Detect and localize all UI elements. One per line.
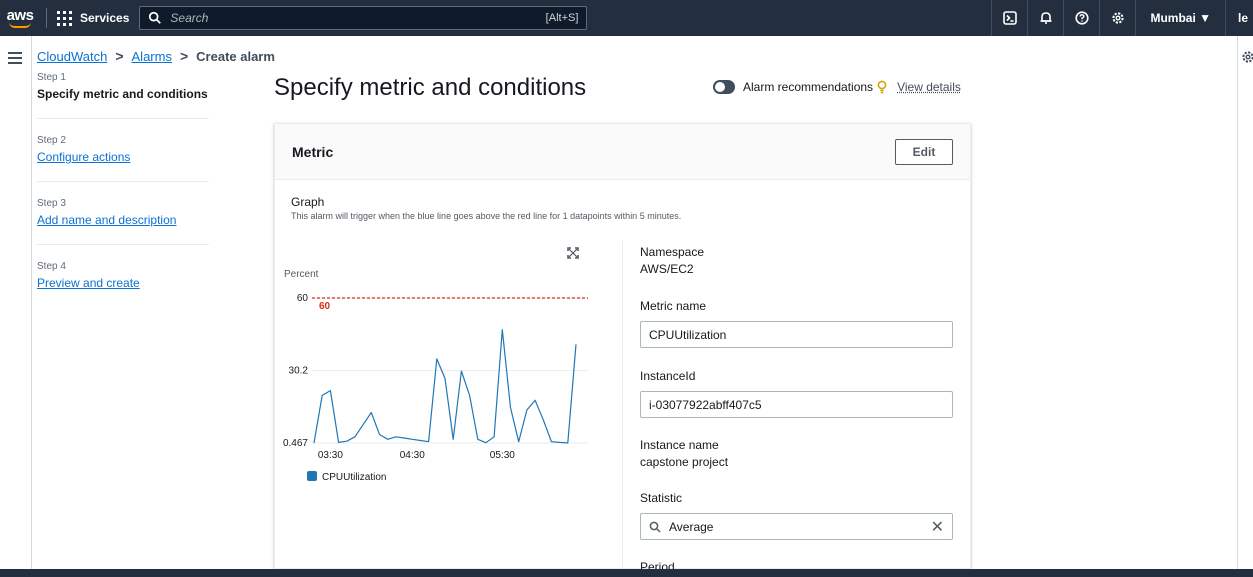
- step-number: Step 4: [37, 261, 66, 272]
- statistic-value: Average: [669, 519, 714, 534]
- graph-description: This alarm will trigger when the blue li…: [291, 211, 682, 221]
- statistic-select[interactable]: Average ✕: [640, 513, 953, 540]
- y-tick-label: 0.467: [283, 438, 308, 449]
- metric-name-label: Metric name: [640, 299, 707, 313]
- recommendations-label: Alarm recommendations: [743, 80, 874, 94]
- step-3: Step 3 Add name and description: [37, 198, 209, 245]
- column-divider: [622, 241, 623, 570]
- search-placeholder: Search: [170, 11, 209, 25]
- search-shortcut: [Alt+S]: [545, 12, 579, 24]
- preferences-icon[interactable]: [1241, 50, 1253, 64]
- x-tick-label: 05:30: [490, 450, 515, 461]
- step-1: Step 1 Specify metric and conditions: [37, 72, 209, 119]
- account-menu[interactable]: le: [1225, 0, 1253, 36]
- y-tick-label: 60: [297, 293, 309, 304]
- search-icon: [149, 11, 162, 24]
- grid-icon: [57, 10, 72, 26]
- services-button[interactable]: Services: [57, 0, 139, 36]
- aws-logo-text: aws: [6, 6, 34, 24]
- notifications-button[interactable]: [1027, 0, 1063, 36]
- metric-card-header: Metric Edit: [275, 124, 970, 180]
- alarm-recommendations: Alarm recommendations View details: [713, 80, 961, 94]
- view-details-link[interactable]: View details: [897, 80, 961, 94]
- x-tick-label: 04:30: [400, 450, 425, 461]
- cpu-utilization-chart: Percent 60 30.2 0.467 03:30 04:30 05:30 60 C…: [283, 269, 588, 483]
- step-number: Step 1: [37, 72, 66, 83]
- top-nav: aws Services Search [Alt+S] Mumbai ▼ le: [0, 0, 1253, 36]
- region-selector[interactable]: Mumbai ▼: [1135, 0, 1225, 36]
- chevron-right-icon: >: [115, 48, 124, 64]
- breadcrumb: CloudWatch > Alarms > Create alarm: [37, 48, 275, 64]
- instance-id-value: i-03077922abff407c5: [649, 397, 762, 412]
- gear-icon: [1112, 12, 1124, 24]
- metric-details: Namespace AWS/EC2 Metric name CPUUtiliza…: [640, 245, 955, 574]
- clear-icon[interactable]: ✕: [931, 517, 944, 537]
- statistic-label: Statistic: [640, 491, 683, 505]
- namespace-value: AWS/EC2: [640, 262, 694, 276]
- step-link-preview[interactable]: Preview and create: [37, 276, 209, 290]
- metric-card: Metric Edit Graph This alarm will trigge…: [274, 123, 971, 574]
- help-button[interactable]: [1063, 0, 1099, 36]
- bell-icon: [1040, 12, 1052, 24]
- breadcrumb-current: Create alarm: [196, 48, 275, 64]
- lightbulb-icon: [877, 80, 887, 94]
- step-number: Step 2: [37, 135, 66, 146]
- legend-swatch: [307, 471, 317, 481]
- help-icon: [1075, 11, 1089, 25]
- cloudshell-button[interactable]: [991, 0, 1027, 36]
- step-number: Step 3: [37, 198, 66, 209]
- instance-name-value: capstone project: [640, 455, 729, 469]
- series-line-cpuutilization: [313, 329, 577, 444]
- search-icon: [649, 521, 661, 533]
- y-axis-label: Percent: [284, 269, 319, 280]
- chevron-right-icon: >: [179, 48, 189, 64]
- cloudshell-icon: [1003, 11, 1017, 25]
- legend-label: CPUUtilization: [322, 472, 386, 483]
- settings-button[interactable]: [1099, 0, 1135, 36]
- aws-logo-smile: [9, 22, 31, 28]
- threshold-label: 60: [319, 301, 331, 312]
- y-tick-label: 30.2: [289, 366, 309, 377]
- instance-id-field[interactable]: i-03077922abff407c5: [640, 391, 953, 418]
- step-2: Step 2 Configure actions: [37, 135, 209, 182]
- nav-divider: [46, 8, 47, 28]
- step-4: Step 4 Preview and create: [37, 261, 209, 307]
- breadcrumb-alarms[interactable]: Alarms: [132, 49, 172, 64]
- x-tick-label: 03:30: [318, 450, 343, 461]
- edit-button[interactable]: Edit: [895, 138, 953, 165]
- side-rail: [0, 36, 32, 569]
- instance-id-label: InstanceId: [640, 369, 696, 383]
- right-rail: [1237, 36, 1253, 569]
- step-link-add-name[interactable]: Add name and description: [37, 213, 209, 227]
- breadcrumb-cloudwatch[interactable]: CloudWatch: [37, 49, 107, 64]
- nav-right: Mumbai ▼ le: [991, 0, 1253, 36]
- services-label: Services: [80, 11, 130, 25]
- namespace-label: Namespace: [640, 245, 705, 259]
- recommendations-toggle[interactable]: [713, 80, 735, 94]
- metric-name-field[interactable]: CPUUtilization: [640, 321, 953, 348]
- bottom-bar: [0, 569, 1253, 577]
- graph-label: Graph: [291, 195, 325, 209]
- metric-name-value: CPUUtilization: [649, 327, 727, 342]
- wizard-steps: Step 1 Specify metric and conditions Ste…: [37, 72, 209, 323]
- page-title: Specify metric and conditions: [274, 74, 587, 101]
- search-input[interactable]: Search [Alt+S]: [139, 6, 588, 30]
- instance-name-label: Instance name: [640, 438, 719, 452]
- aws-logo[interactable]: aws: [2, 0, 38, 36]
- metric-card-title: Metric: [292, 143, 334, 160]
- menu-icon[interactable]: [8, 52, 22, 67]
- step-link-configure-actions[interactable]: Configure actions: [37, 150, 209, 164]
- step-title-active: Specify metric and conditions: [37, 87, 208, 101]
